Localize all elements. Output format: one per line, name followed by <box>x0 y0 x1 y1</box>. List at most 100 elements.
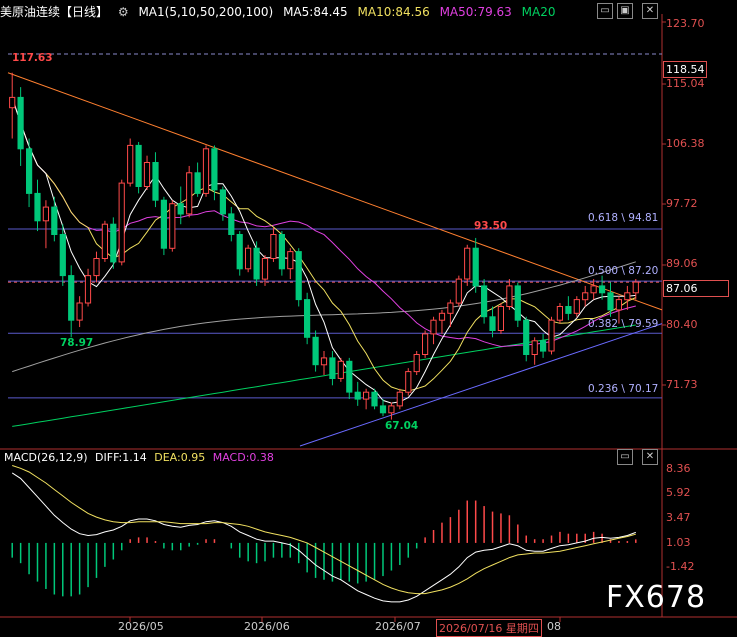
candle-body <box>270 234 277 259</box>
candle-body <box>219 189 227 215</box>
low-annotation-2: 67.04 <box>385 420 419 432</box>
candle-body <box>497 306 504 331</box>
candle-body <box>379 405 387 414</box>
fib-label-618: 0.618 \ 94.81 <box>588 212 659 224</box>
candle-body <box>422 333 429 355</box>
price-tick-label: 71.73 <box>666 378 698 391</box>
candle-body <box>556 306 563 321</box>
candle-body <box>413 354 420 373</box>
candle-body <box>438 312 446 321</box>
macd-tick-label: 8.36 <box>666 462 691 475</box>
candle-body <box>143 162 151 187</box>
ma5-label: MA5:84.45 <box>283 5 348 19</box>
ma10-label: MA10:84.56 <box>357 5 430 19</box>
price-tick-label: 89.06 <box>666 257 698 270</box>
peak-annotation: 93.50 <box>474 220 508 232</box>
candle-body <box>337 360 344 379</box>
candle-body <box>26 148 33 194</box>
candle-body <box>464 247 471 280</box>
candle-body <box>135 144 142 187</box>
candle-body <box>624 292 631 301</box>
candle-body <box>430 319 437 335</box>
settings-icon[interactable]: ⚙ <box>118 5 129 19</box>
candle-body <box>548 319 555 352</box>
candle-body <box>194 172 201 194</box>
candle-body <box>84 275 92 304</box>
macd-close-icon[interactable]: ✕ <box>642 449 658 465</box>
candle-body <box>101 223 109 259</box>
macd-name-label: MACD(26,12,9) <box>4 451 88 464</box>
ma50-label: MA50:79.63 <box>439 5 512 19</box>
candle-body <box>590 285 597 294</box>
fib-label-500: 0.500 \ 87.20 <box>588 265 659 277</box>
candle-body <box>489 316 496 331</box>
macd-tick-label: -1.42 <box>666 560 695 573</box>
candle-body <box>42 206 49 222</box>
ma20-label: MA20 <box>521 5 556 19</box>
candle-body <box>531 340 538 355</box>
candle-body <box>607 292 614 311</box>
candle-body <box>523 319 530 356</box>
candle-body <box>599 285 606 294</box>
candle-body <box>34 192 41 222</box>
macd-diff-line <box>11 472 636 603</box>
candle-body <box>245 247 252 270</box>
low-annotation-1: 78.97 <box>60 337 94 349</box>
close-icon[interactable]: ✕ <box>642 3 658 19</box>
macd-dea-label: DEA:0.95 <box>154 451 206 464</box>
candle-body <box>388 405 395 414</box>
candle-body <box>278 234 285 270</box>
candle-body <box>540 340 547 352</box>
candle-body <box>354 391 361 400</box>
candle-body <box>261 258 269 280</box>
macd-tick-label: 3.47 <box>666 511 691 524</box>
candle-body <box>76 302 83 321</box>
chart-title: 美原油连续【日线】 <box>0 5 109 19</box>
macd-zoom-icon[interactable]: ▭ <box>617 449 633 465</box>
macd-value-label: MACD:0.38 <box>212 451 274 464</box>
candle-body <box>632 281 639 294</box>
candle-body <box>68 275 75 321</box>
candle-body <box>287 251 294 270</box>
candle-body <box>51 206 58 236</box>
price-tick-label: 123.70 <box>666 17 705 30</box>
candle-body <box>160 199 168 249</box>
candle-body <box>371 391 378 407</box>
watermark: FX678 <box>606 580 707 615</box>
candle-body <box>127 144 134 184</box>
candle-body <box>17 96 24 150</box>
ma-params-label: MA1(5,10,50,200,100) <box>138 5 274 19</box>
x-axis-label: 2026/05 <box>118 620 164 633</box>
price-tick-label: 115.04 <box>666 77 705 90</box>
ma50-line <box>11 97 636 348</box>
x-axis-label: 2026/06 <box>244 620 290 633</box>
current-price-box: 87.06 <box>663 280 729 297</box>
high-annotation: 117.63 <box>12 52 53 64</box>
candle-body <box>363 391 370 400</box>
macd-tick-label: 5.92 <box>666 486 691 499</box>
candle-body <box>615 299 622 311</box>
fib-label-382: 0.382 \ 79.59 <box>588 318 659 330</box>
chart-header: 美原油连续【日线】 ⚙ MA1(5,10,50,200,100) MA5:84.… <box>0 3 561 21</box>
candle-body <box>9 96 16 109</box>
candle-body <box>177 203 184 215</box>
candle-body <box>228 213 235 235</box>
price-tick-label: 106.38 <box>666 137 705 150</box>
candle-body <box>396 391 403 407</box>
candle-body <box>346 360 353 393</box>
candle-body <box>565 306 572 314</box>
candle-body <box>295 251 302 301</box>
candle-body <box>304 299 311 338</box>
candle-body <box>582 292 589 301</box>
fullscreen-icon[interactable]: ▣ <box>617 3 633 19</box>
crosshair-price-box: 118.54 <box>663 61 707 78</box>
candle-body <box>118 182 125 263</box>
candle-body <box>455 278 462 304</box>
candle-body <box>93 258 100 277</box>
candle-body <box>202 148 210 194</box>
candle-body <box>312 336 319 366</box>
candle-body <box>186 172 193 215</box>
zoom-in-icon[interactable]: ▭ <box>597 3 613 19</box>
macd-tick-label: 1.03 <box>666 536 691 549</box>
ma20-line <box>12 324 636 427</box>
